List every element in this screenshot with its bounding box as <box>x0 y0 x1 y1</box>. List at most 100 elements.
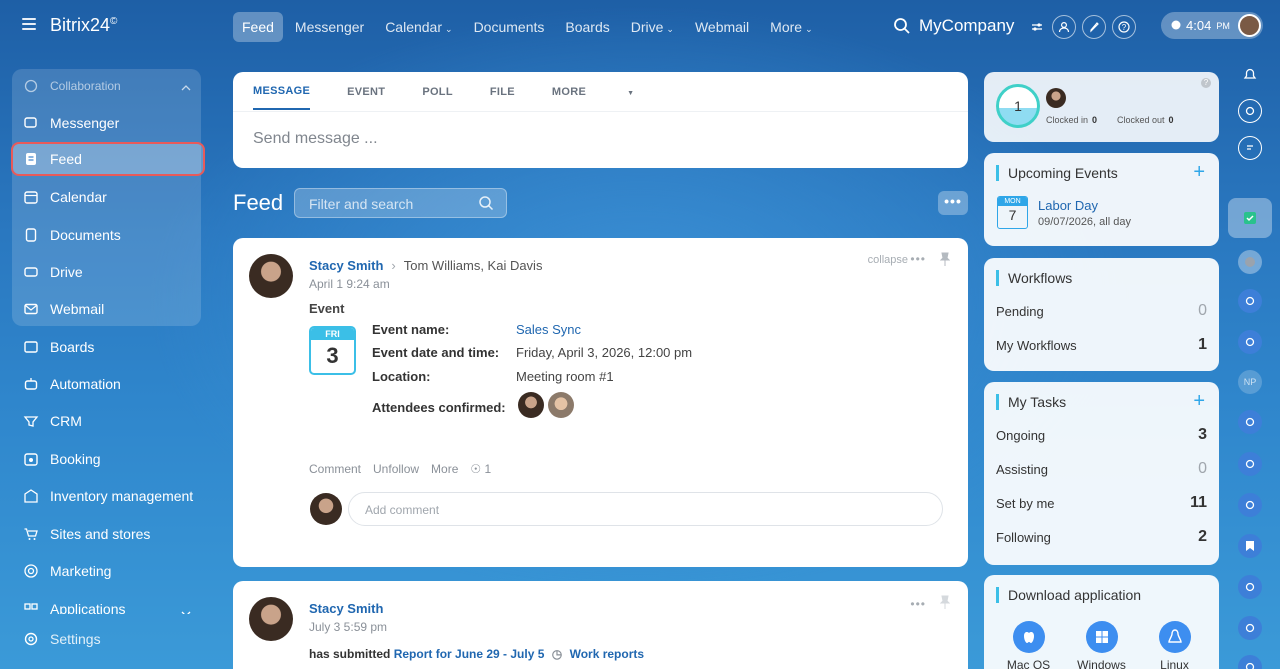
app-macos[interactable]: Mac OS <box>994 621 1064 669</box>
sidebar-group-collaboration[interactable]: Collaboration <box>13 69 203 103</box>
marketing-icon <box>22 562 40 580</box>
collapse-link[interactable]: collapse <box>868 254 908 266</box>
composer-tab-more[interactable]: MORE ▼ <box>552 86 671 98</box>
company-name[interactable]: MyCompany <box>919 16 1014 36</box>
post-author[interactable]: Stacy Smith <box>309 258 383 273</box>
user-avatar[interactable] <box>1238 14 1261 37</box>
unfollow-link[interactable]: Unfollow <box>373 462 419 476</box>
help-icon[interactable]: ? <box>1201 78 1211 88</box>
pin-icon[interactable] <box>940 595 950 609</box>
sidebar-item-drive[interactable]: Drive <box>13 255 203 289</box>
info-icon[interactable] <box>1238 250 1262 274</box>
openlines-icon[interactable] <box>1238 655 1262 669</box>
sidebar-item-inventory[interactable]: Inventory management <box>13 479 203 513</box>
bookmark-icon[interactable] <box>1238 534 1262 558</box>
composer-tab-file[interactable]: FILE <box>490 86 515 98</box>
openlines-icon[interactable] <box>1238 410 1262 434</box>
openlines-icon[interactable] <box>1238 493 1262 517</box>
bell-icon[interactable] <box>1238 62 1262 86</box>
task-row[interactable]: Ongoing 3 <box>996 426 1207 444</box>
brand-logo[interactable]: Bitrix24© <box>50 15 117 36</box>
sidebar-item-booking[interactable]: Booking <box>13 442 203 476</box>
openlines-icon[interactable] <box>1238 330 1262 354</box>
openlines-icon[interactable] <box>1238 452 1262 476</box>
post-recipients[interactable]: Tom Williams, Kai Davis <box>404 258 543 273</box>
help-icon[interactable]: ? <box>1112 15 1136 39</box>
sidebar-item-settings[interactable]: Settings <box>13 622 203 656</box>
event-name[interactable]: Labor Day <box>1038 198 1098 213</box>
workflow-row[interactable]: Pending 0 <box>996 302 1207 320</box>
event-name-value[interactable]: Sales Sync <box>516 322 581 337</box>
settings-sliders-icon[interactable] <box>1028 15 1046 39</box>
widget-title[interactable]: Workflows <box>996 270 1072 286</box>
sidebar-item-applications[interactable]: Applications <box>13 592 203 614</box>
composer-tab-event[interactable]: EVENT <box>347 86 385 98</box>
more-link[interactable]: More <box>431 462 458 476</box>
copilot-icon[interactable] <box>1238 99 1262 123</box>
tab-calendar[interactable]: Calendar ⌄ <box>376 12 461 42</box>
sidebar-item-crm[interactable]: CRM <box>13 404 203 438</box>
sidebar-item-feed[interactable]: Feed <box>11 142 205 176</box>
tasks-check-icon[interactable] <box>1228 198 1272 238</box>
rocket-icon[interactable] <box>1082 15 1106 39</box>
app-windows[interactable]: Windows <box>1067 621 1137 669</box>
widget-title[interactable]: Upcoming Events <box>996 165 1118 181</box>
add-task-button[interactable]: + <box>1193 390 1205 413</box>
task-row[interactable]: Assisting 0 <box>996 460 1207 478</box>
tab-label: Drive <box>630 19 664 35</box>
post-menu-icon[interactable]: ••• <box>910 597 926 611</box>
attendee-avatar[interactable] <box>548 392 574 418</box>
tab-documents[interactable]: Documents <box>465 12 554 42</box>
search-icon[interactable] <box>478 195 494 211</box>
post-type: Event <box>309 301 345 316</box>
widget-title[interactable]: My Tasks <box>996 394 1066 410</box>
work-clock[interactable]: 4:04 PM <box>1161 12 1263 39</box>
post-author[interactable]: Stacy Smith <box>309 601 383 616</box>
sidebar-item-calendar[interactable]: Calendar <box>13 180 203 214</box>
comment-link[interactable]: Comment <box>309 462 361 476</box>
task-row[interactable]: Following 2 <box>996 528 1207 546</box>
user-avatar[interactable] <box>1046 88 1066 108</box>
task-row[interactable]: Set by me 11 <box>996 494 1207 512</box>
post-date[interactable]: July 3 5:59 pm <box>309 620 387 634</box>
sidebar-item-documents[interactable]: Documents <box>13 218 203 252</box>
tab-boards[interactable]: Boards <box>556 12 618 42</box>
add-comment-input[interactable]: Add comment <box>348 492 943 526</box>
clock-counter[interactable]: 1 <box>996 84 1040 128</box>
tab-more[interactable]: More ⌄ <box>761 12 821 42</box>
composer-tab-poll[interactable]: POLL <box>422 86 453 98</box>
chat-icon[interactable] <box>1238 136 1262 160</box>
author-avatar[interactable] <box>249 254 293 298</box>
openlines-icon[interactable] <box>1238 575 1262 599</box>
pin-icon[interactable] <box>940 252 950 266</box>
openlines-icon[interactable] <box>1238 616 1262 640</box>
work-reports-link[interactable]: Work reports <box>570 647 644 661</box>
filter-search-input[interactable]: Filter and search <box>294 188 507 218</box>
report-link[interactable]: Report for June 29 - July 5 <box>394 647 545 661</box>
sidebar-item-boards[interactable]: Boards <box>13 330 203 364</box>
add-user-icon[interactable] <box>1052 15 1076 39</box>
search-icon[interactable] <box>893 17 911 35</box>
sidebar-item-webmail[interactable]: Webmail <box>13 292 203 326</box>
composer-tab-message[interactable]: MESSAGE <box>253 73 311 110</box>
app-linux[interactable]: Linux <box>1140 621 1210 669</box>
sidebar-item-marketing[interactable]: Marketing <box>13 554 203 588</box>
author-avatar[interactable] <box>249 597 293 641</box>
tab-feed[interactable]: Feed <box>233 12 283 42</box>
workflow-row[interactable]: My Workflows 1 <box>996 336 1207 354</box>
feed-more-button[interactable]: ••• <box>938 191 968 215</box>
menu-icon[interactable] <box>22 18 36 30</box>
send-message-input[interactable]: Send message ... <box>233 112 968 166</box>
tab-drive[interactable]: Drive ⌄ <box>622 12 683 42</box>
attendee-avatar[interactable] <box>518 392 544 418</box>
user-initials-avatar[interactable]: NP <box>1238 370 1262 394</box>
post-menu-icon[interactable]: ••• <box>910 252 926 266</box>
sidebar-item-sites[interactable]: Sites and stores <box>13 517 203 551</box>
add-event-button[interactable]: + <box>1193 161 1205 184</box>
tab-webmail[interactable]: Webmail <box>686 12 758 42</box>
tab-messenger[interactable]: Messenger <box>286 12 373 42</box>
sidebar-item-messenger[interactable]: Messenger <box>13 106 203 140</box>
post-date[interactable]: April 1 9:24 am <box>309 277 390 291</box>
sidebar-item-automation[interactable]: Automation <box>13 367 203 401</box>
openlines-icon[interactable] <box>1238 289 1262 313</box>
